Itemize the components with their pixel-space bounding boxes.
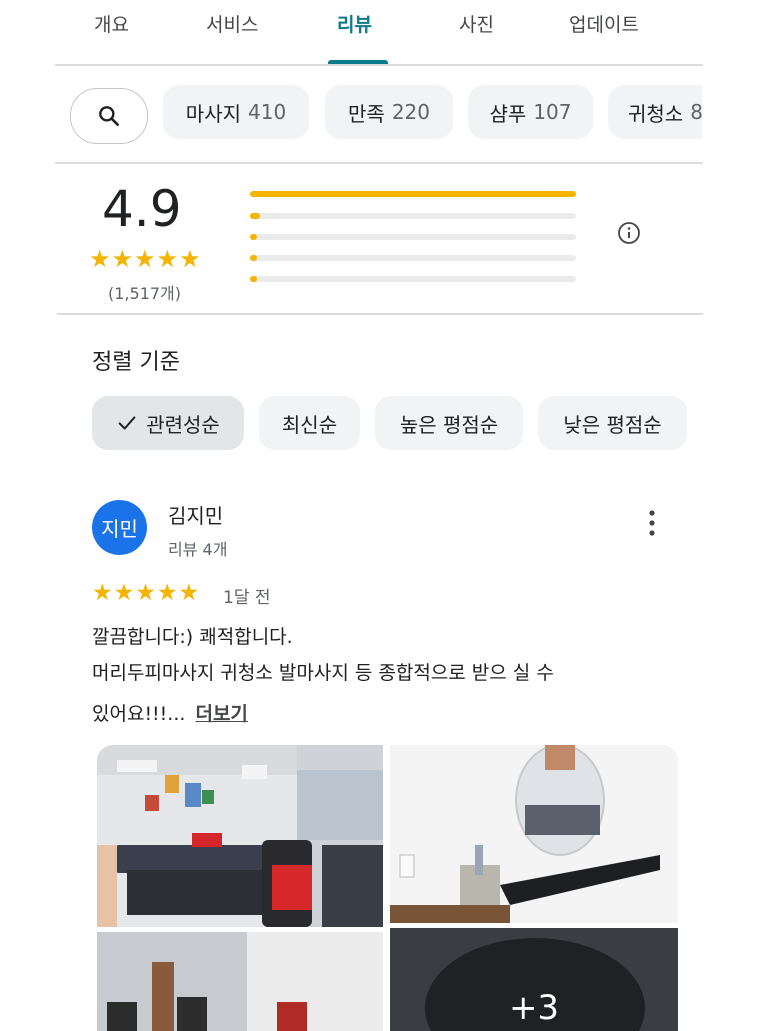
review-text-line: 깔끔합니다:) 쾌적합니다. — [92, 626, 293, 648]
mirror-shelf-image — [390, 745, 678, 923]
review-photo-3[interactable] — [97, 932, 383, 1031]
sort-option-label: 관련성순 — [146, 412, 220, 437]
chip-count: 220 — [391, 100, 430, 124]
more-vert-icon — [649, 510, 655, 536]
tab-overview[interactable]: 개요 — [94, 10, 129, 37]
rating-info-button[interactable] — [617, 221, 641, 249]
review-text-line: 머리두피마사지 귀청소 발마사지 등 종합적으로 받으 실 수 — [92, 662, 554, 684]
check-icon — [118, 416, 136, 430]
review-author[interactable]: 김지민 — [168, 500, 223, 529]
review-photo-2[interactable] — [390, 745, 678, 923]
divider — [55, 64, 703, 66]
chip-label: 귀청소 — [628, 101, 684, 126]
review-photo-1[interactable] — [97, 745, 383, 927]
rating-bar-2 — [250, 255, 576, 261]
tab-photos[interactable]: 사진 — [459, 10, 494, 37]
avatar[interactable]: 지민 — [92, 500, 147, 555]
review-more-button[interactable] — [640, 508, 664, 542]
average-rating: 4.9 — [102, 180, 182, 238]
rating-bar-fill — [250, 191, 576, 197]
salon-chairs-image — [97, 932, 383, 1031]
tab-updates[interactable]: 업데이트 — [569, 10, 639, 37]
chip-label: 샴푸 — [489, 101, 527, 126]
sort-option-label: 높은 평점순 — [399, 412, 499, 437]
sort-option-label: 최신순 — [281, 412, 338, 437]
review-stars: ★★★★★ — [92, 580, 201, 606]
read-more-link[interactable]: 더보기 — [195, 703, 247, 725]
info-icon — [618, 222, 640, 244]
rating-bar-fill — [250, 276, 258, 282]
sort-option-newest[interactable]: 최신순 — [259, 396, 360, 450]
divider — [55, 162, 703, 164]
tab-reviews[interactable]: 리뷰 — [337, 10, 372, 37]
rating-bar-1 — [250, 276, 576, 282]
rating-bar-fill — [250, 213, 260, 219]
review-photo-more[interactable]: +3 — [390, 928, 678, 1031]
rating-count: (1,517개) — [108, 284, 182, 303]
sort-option-relevance[interactable]: 관련성순 — [92, 396, 244, 450]
chip-label: 만족 — [348, 101, 385, 126]
topic-chip-shampoo[interactable]: 샴푸 107 — [468, 85, 593, 139]
chip-count: 410 — [248, 100, 287, 124]
review-author-meta: 리뷰 4개 — [168, 540, 228, 559]
topic-chip-massage[interactable]: 마사지 410 — [163, 85, 309, 139]
more-photos-count: +3 — [508, 988, 560, 1028]
sort-option-highest[interactable]: 높은 평점순 — [375, 396, 523, 450]
massage-room-image — [97, 745, 383, 927]
divider — [57, 313, 703, 315]
topic-chip-satisfaction[interactable]: 만족 220 — [325, 85, 453, 139]
review-search-button[interactable] — [70, 88, 148, 144]
review-text-line-last: 있어요!!!... 더보기 — [92, 699, 248, 726]
sort-title: 정렬 기준 — [92, 350, 180, 375]
review-time: 1달 전 — [223, 588, 271, 608]
rating-bar-fill — [250, 255, 258, 261]
rating-stars: ★★★★★ — [89, 245, 202, 273]
rating-bar-fill — [250, 234, 258, 240]
rating-bar-3 — [250, 234, 576, 240]
search-icon — [99, 106, 119, 126]
tab-services[interactable]: 서비스 — [206, 10, 258, 37]
rating-bar-5 — [250, 191, 576, 197]
sort-option-lowest[interactable]: 낮은 평점순 — [538, 396, 687, 450]
chip-count: 107 — [533, 100, 572, 124]
chip-count: 8 — [690, 100, 702, 124]
review-text-tail: 있어요!!!... — [92, 703, 186, 725]
topic-chip-ear-cleaning[interactable]: 귀청소 8 — [608, 85, 702, 139]
rating-bar-4 — [250, 213, 576, 219]
chip-label: 마사지 — [185, 101, 241, 126]
sort-option-label: 낮은 평점순 — [563, 412, 662, 437]
